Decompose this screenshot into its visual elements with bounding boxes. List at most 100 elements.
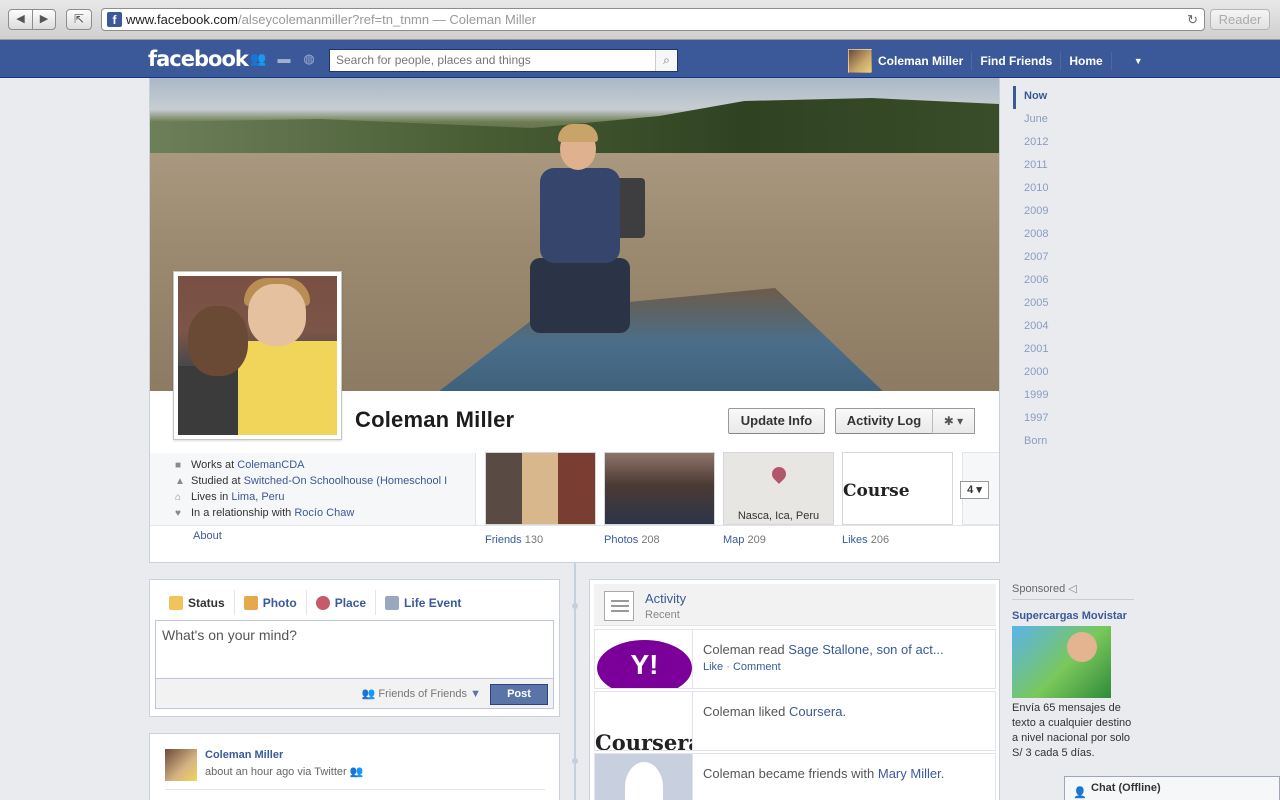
- timeline-story: Coleman Miller about an hour ago via Twi…: [149, 733, 560, 800]
- friends-audience-icon: 👥: [349, 766, 364, 778]
- tab-status[interactable]: Status: [160, 590, 234, 615]
- update-info-button[interactable]: Update Info: [728, 408, 825, 434]
- notifications-globe-icon[interactable]: ◍: [301, 52, 317, 66]
- user-avatar[interactable]: [848, 49, 872, 73]
- search-placeholder: Search for people, places and things: [336, 53, 531, 67]
- map-caption: Nasca, Ica, Peru: [737, 510, 820, 522]
- likes-tile-label[interactable]: Likes 206: [842, 534, 889, 546]
- activity-subtitle: Recent: [645, 609, 680, 621]
- friends-tile-label[interactable]: Friends 130: [485, 534, 543, 546]
- activity-box: Activity Recent Y! Coleman read Sage Sta…: [589, 579, 1000, 800]
- school-link[interactable]: Switched-On Schoolhouse (Homeschool I: [244, 475, 448, 487]
- map-tile[interactable]: Nasca, Ica, Peru: [723, 452, 834, 525]
- friends-tile[interactable]: [485, 452, 596, 525]
- chat-label: Chat (Offline): [1091, 782, 1161, 794]
- yahoo-thumbnail[interactable]: Y!: [595, 630, 693, 688]
- map-pin-icon: [769, 464, 789, 484]
- work-link[interactable]: ColemanCDA: [237, 459, 304, 471]
- url-path: /alseycolemanmiller?ref=tn_tnmn: [238, 12, 430, 27]
- about-link[interactable]: About: [193, 530, 222, 542]
- photos-tile[interactable]: [604, 452, 715, 525]
- friend-requests-icon[interactable]: 👥: [250, 52, 266, 66]
- partner-link[interactable]: Rocío Chaw: [294, 507, 354, 519]
- story-avatar[interactable]: [165, 749, 197, 781]
- timeline-year-item[interactable]: 2008: [1013, 224, 1093, 247]
- timeline-year-item[interactable]: 2011: [1013, 155, 1093, 178]
- search-input[interactable]: Search for people, places and things ⌕: [329, 49, 678, 72]
- messages-icon[interactable]: ▬: [276, 52, 292, 66]
- share-button[interactable]: ⇱: [66, 9, 92, 30]
- history-buttons: ◀ ▶: [8, 9, 56, 30]
- profile-photo-image: [178, 276, 337, 435]
- timeline-year-item[interactable]: June: [1013, 109, 1093, 132]
- timeline-year-item[interactable]: 1999: [1013, 385, 1093, 408]
- find-friends-link[interactable]: Find Friends: [980, 54, 1052, 68]
- status-composer: Status Photo Place Life Event What's on …: [149, 579, 560, 717]
- timeline-year-item[interactable]: 2012: [1013, 132, 1093, 155]
- home-link[interactable]: Home: [1069, 54, 1102, 68]
- photos-tile-label[interactable]: Photos 208: [604, 534, 660, 546]
- like-link[interactable]: Like: [703, 661, 723, 673]
- cover-person: [520, 124, 650, 338]
- address-bar[interactable]: f www.facebook.com/alseycolemanmiller?re…: [101, 8, 1205, 31]
- coursera-thumbnail[interactable]: Coursera: [595, 692, 693, 750]
- likes-tile[interactable]: Course: [842, 452, 953, 525]
- sponsored-section: Sponsored ◁ Supercargas Movistar Envía 6…: [1012, 582, 1134, 761]
- ad-image[interactable]: [1012, 626, 1111, 698]
- composer-footer: 👥 Friends of Friends ▼ Post: [155, 679, 554, 709]
- forward-button[interactable]: ▶: [32, 10, 55, 29]
- activity-row: Coursera Coleman liked Coursera.: [594, 691, 996, 751]
- timeline-year-item[interactable]: 2010: [1013, 178, 1093, 201]
- timeline-year-item[interactable]: 2000: [1013, 362, 1093, 385]
- sponsored-header: Sponsored ◁: [1012, 582, 1134, 600]
- story-author-link[interactable]: Coleman Miller: [205, 749, 283, 761]
- status-textarea[interactable]: What's on your mind?: [155, 620, 554, 679]
- timeline-year-item[interactable]: 2006: [1013, 270, 1093, 293]
- activity-title-link[interactable]: Activity: [645, 591, 686, 606]
- chat-bar[interactable]: 👤 Chat (Offline): [1064, 776, 1280, 800]
- friend-link[interactable]: Mary Miller: [878, 766, 941, 781]
- timeline-year-item[interactable]: 2007: [1013, 247, 1093, 270]
- place-pin-icon: [315, 595, 330, 610]
- timeline-year-item[interactable]: 2009: [1013, 201, 1093, 224]
- article-link[interactable]: Sage Stallone, son of act...: [788, 642, 943, 657]
- timeline-year-item[interactable]: 2001: [1013, 339, 1093, 362]
- tab-life-event[interactable]: Life Event: [375, 590, 470, 615]
- activity-row: Coleman became friends with Mary Miller.: [594, 753, 996, 800]
- search-icon[interactable]: ⌕: [655, 50, 677, 71]
- timeline-year-item[interactable]: 2005: [1013, 293, 1093, 316]
- ad-title-link[interactable]: Supercargas Movistar: [1012, 610, 1134, 623]
- reload-icon[interactable]: ↻: [1187, 9, 1198, 30]
- nav-divider: [1110, 52, 1112, 70]
- timeline-year-item[interactable]: Born: [1013, 431, 1093, 454]
- timeline-year-nav: Now June 2012 2011 2010 2009 2008 2007 2006 2005 2…: [1013, 86, 1093, 454]
- facebook-logo[interactable]: facebook: [148, 47, 249, 71]
- comment-link[interactable]: Comment: [733, 661, 781, 673]
- activity-log-button[interactable]: Activity Log: [835, 408, 933, 434]
- back-button[interactable]: ◀: [9, 10, 32, 29]
- nav-divider: [1060, 52, 1062, 70]
- reader-button[interactable]: Reader: [1210, 9, 1270, 30]
- profile-silhouette-thumbnail[interactable]: [595, 754, 693, 800]
- course-logo-text: Course: [843, 481, 910, 501]
- graduation-cap-icon: ▲: [175, 476, 185, 487]
- tab-photo[interactable]: Photo: [233, 590, 306, 615]
- account-menu-chevron-down-icon[interactable]: ▼: [1134, 56, 1143, 66]
- activity-text: Coleman liked Coursera.: [703, 704, 847, 719]
- settings-gear-icon[interactable]: ✱ ▾: [932, 408, 975, 434]
- composer-tabs: Status Photo Place Life Event: [160, 590, 470, 620]
- map-tile-label[interactable]: Map 209: [723, 534, 766, 546]
- timeline-year-item[interactable]: 2004: [1013, 316, 1093, 339]
- tab-place[interactable]: Place: [305, 590, 375, 615]
- more-tiles-dropdown[interactable]: 4 ▾: [960, 481, 989, 499]
- story-divider: [165, 789, 545, 790]
- timeline-year-item[interactable]: Now: [1013, 86, 1093, 109]
- post-button[interactable]: Post: [490, 684, 548, 705]
- coursera-link[interactable]: Coursera: [789, 704, 842, 719]
- profile-picture[interactable]: [173, 271, 342, 440]
- audience-selector[interactable]: 👥 Friends of Friends ▼: [362, 687, 481, 700]
- timeline-year-item[interactable]: 1997: [1013, 408, 1093, 431]
- location-link[interactable]: Lima, Peru: [231, 491, 284, 503]
- user-name-link[interactable]: Coleman Miller: [878, 54, 963, 68]
- photo-icon: [243, 595, 258, 610]
